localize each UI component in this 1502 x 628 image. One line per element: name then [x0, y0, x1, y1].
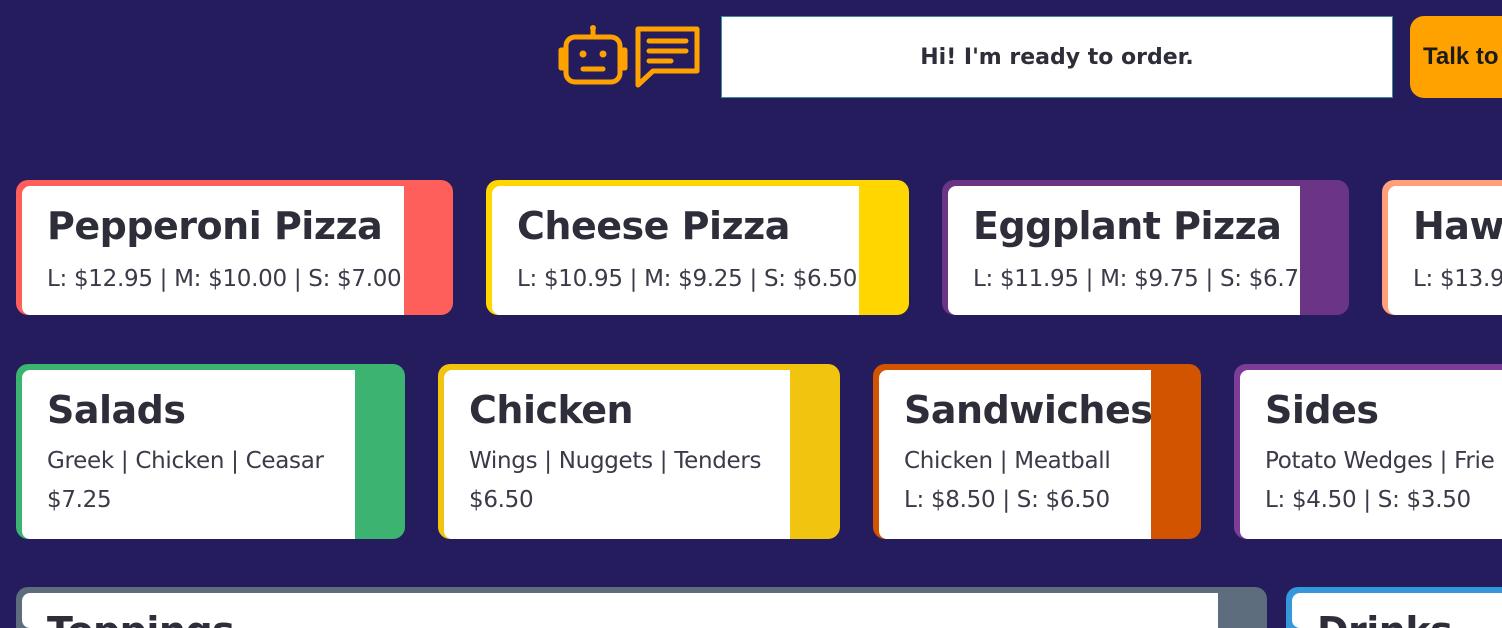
card-title: Sides [1265, 388, 1379, 432]
card-options: Potato Wedges | Frie [1265, 448, 1495, 474]
menu-card-toppings[interactable]: Toppings [16, 587, 1267, 628]
menu-card-hawaiian-pizza[interactable]: Haw L: $13.95 [1382, 180, 1502, 315]
robot-chat-icons [558, 25, 700, 88]
card-title: Pepperoni Pizza [47, 204, 383, 248]
card-prices: L: $11.95 | M: $9.75 | S: $6.75 [973, 266, 1300, 292]
menu-card-cheese-pizza[interactable]: Cheese Pizza L: $10.95 | M: $9.25 | S: $… [486, 180, 909, 315]
card-prices: L: $13.95 [1413, 266, 1502, 292]
card-prices: L: $10.95 | M: $9.25 | S: $6.50 [517, 266, 858, 292]
menu-card-pepperoni-pizza[interactable]: Pepperoni Pizza L: $12.95 | M: $10.00 | … [16, 180, 453, 315]
menu-card-eggplant-pizza[interactable]: Eggplant Pizza L: $11.95 | M: $9.75 | S:… [942, 180, 1349, 315]
menu-card-drinks[interactable]: Drinks [1286, 587, 1502, 628]
menu-card-sandwiches[interactable]: Sandwiches Chicken | Meatball L: $8.50 |… [873, 364, 1201, 539]
card-options: Wings | Nuggets | Tenders [469, 448, 762, 474]
talk-button-label: Talk to [1423, 43, 1499, 70]
card-title: Chicken [469, 388, 634, 432]
header-icons [557, 24, 702, 90]
menu-card-sides[interactable]: Sides Potato Wedges | Frie L: $4.50 | S:… [1234, 364, 1502, 539]
card-options: Chicken | Meatball [904, 448, 1111, 474]
robot-icon [558, 25, 628, 85]
card-prices: L: $12.95 | M: $10.00 | S: $7.00 [47, 266, 402, 292]
card-title: Sandwiches [904, 388, 1151, 432]
robot-eyes [579, 25, 607, 58]
card-prices: $6.50 [469, 487, 534, 513]
card-prices: $7.25 [47, 487, 112, 513]
talk-to-button[interactable]: Talk to [1410, 16, 1502, 98]
card-title: Eggplant Pizza [973, 204, 1282, 248]
chat-bubble-icon [635, 26, 700, 88]
menu-card-chicken[interactable]: Chicken Wings | Nuggets | Tenders $6.50 [438, 364, 840, 539]
card-title: Salads [47, 388, 186, 432]
chat-message-box[interactable]: Hi! I'm ready to order. [721, 16, 1393, 98]
menu-card-salads[interactable]: Salads Greek | Chicken | Ceasar $7.25 [16, 364, 405, 539]
card-prices: L: $8.50 | S: $6.50 [904, 487, 1110, 513]
card-options: Greek | Chicken | Ceasar [47, 448, 324, 474]
card-title: Haw [1413, 204, 1502, 248]
card-title: Toppings [47, 609, 235, 628]
card-title: Drinks [1317, 609, 1453, 628]
chat-message-text: Hi! I'm ready to order. [920, 44, 1194, 70]
card-title: Cheese Pizza [517, 204, 790, 248]
card-prices: L: $4.50 | S: $3.50 [1265, 487, 1471, 513]
